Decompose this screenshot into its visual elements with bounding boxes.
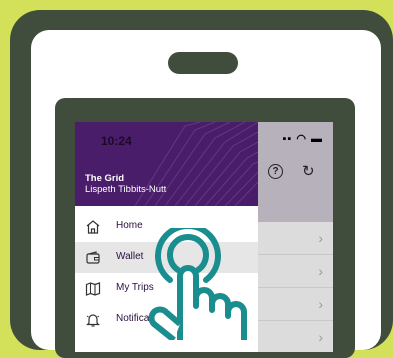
- phone-speaker: [168, 52, 238, 74]
- wallet-icon: [86, 251, 100, 264]
- status-time: 10:24: [101, 134, 132, 148]
- user-name: Lispeth Tibbits-Nutt: [85, 184, 167, 195]
- refresh-icon[interactable]: ↻: [302, 162, 315, 180]
- background-list-item: ›: [258, 222, 333, 255]
- tap-hand-icon: [148, 228, 247, 340]
- chevron-right-icon: ›: [318, 263, 323, 279]
- help-icon[interactable]: ?: [268, 164, 283, 179]
- chevron-right-icon: ›: [318, 329, 323, 345]
- status-icons: ▪▪ ◠ ▬: [282, 133, 323, 145]
- chevron-right-icon: ›: [318, 230, 323, 246]
- bell-icon: [86, 314, 100, 327]
- home-icon: [86, 220, 100, 234]
- background-list-item: ›: [258, 255, 333, 288]
- chevron-right-icon: ›: [318, 296, 323, 312]
- background-list-item: ›: [258, 288, 333, 321]
- app-name: The Grid: [85, 173, 125, 184]
- drawer-header: 10:24 The Grid Lispeth Tibbits-Nutt: [75, 122, 258, 206]
- map-icon: [85, 282, 101, 296]
- background-app-header: ▪▪ ◠ ▬ ? ↻: [258, 122, 333, 222]
